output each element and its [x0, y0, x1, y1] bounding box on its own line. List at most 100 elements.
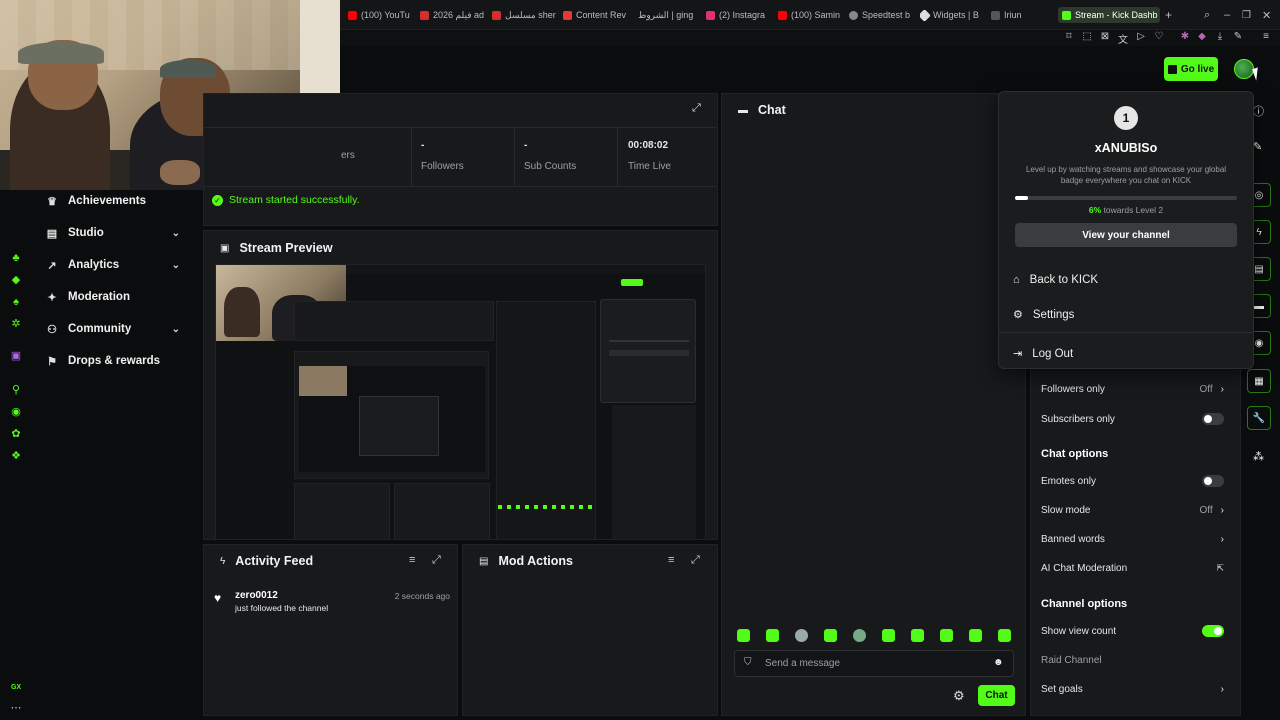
sidebar-item-moderation[interactable]: ✦ Moderation — [44, 286, 194, 308]
screenshot-icon[interactable]: ⬚ — [1081, 31, 1093, 42]
stat-followers: - Followers — [421, 140, 464, 172]
emote-icon[interactable] — [795, 629, 808, 642]
emote-icon[interactable] — [998, 629, 1011, 642]
tab-speedtest[interactable]: Speedtest b — [849, 7, 915, 23]
stream-preview-video[interactable] — [215, 264, 706, 540]
tab-youtube-samin[interactable]: (100) Samin — [778, 7, 846, 23]
event-time: 2 seconds ago — [394, 591, 450, 601]
storage-tool-icon[interactable]: ▦ — [1247, 369, 1271, 393]
chevron-right-icon: › — [1220, 684, 1224, 695]
tab-series[interactable]: مسلسل sher — [492, 7, 560, 23]
emote-icon[interactable] — [911, 629, 924, 642]
analytics-icon: ↗ — [47, 259, 57, 272]
tab-content-review[interactable]: Content Rev — [563, 7, 635, 23]
search-tabs-icon[interactable]: ⌕ — [1204, 7, 1216, 23]
menu-item-back-to-kick[interactable]: ⌂ Back to KICK — [1013, 274, 1098, 286]
mod-actions-title: Mod Actions — [498, 554, 573, 568]
emote-icon[interactable] — [940, 629, 953, 642]
gear-icon[interactable]: ⚙ — [953, 688, 965, 704]
filter-icon[interactable]: ≡ — [409, 554, 415, 566]
raid-channel-setting[interactable]: Raid Channel — [1041, 655, 1224, 666]
emote-icon[interactable] — [766, 629, 779, 642]
extension-icon[interactable]: ⊠ — [1099, 31, 1111, 42]
menu-icon[interactable]: ≡ — [1260, 31, 1272, 42]
popout-icon[interactable]: ⤢ — [692, 102, 701, 115]
shortcut-icon-5[interactable]: ⚲ — [10, 384, 22, 396]
banned-words-setting[interactable]: Banned words › — [1041, 534, 1224, 545]
level-badge: 1 — [1114, 106, 1138, 130]
tab-iriun[interactable]: Iriun — [991, 7, 1031, 23]
download-icon[interactable]: ⤓ — [1214, 31, 1226, 42]
heart-icon[interactable]: ♡ — [1153, 31, 1165, 42]
show-view-count-setting[interactable]: Show view count — [1041, 625, 1224, 637]
shortcut-icon-4[interactable]: ✲ — [10, 318, 22, 330]
emote-icon[interactable] — [824, 629, 837, 642]
youtube-icon — [778, 10, 787, 20]
play-icon[interactable]: ▷ — [1135, 31, 1147, 42]
twitch-icon[interactable]: ▣ — [10, 350, 22, 362]
tab-widgets[interactable]: Widgets | B — [920, 7, 986, 23]
shortcut-icon-1[interactable]: ♣ — [10, 252, 22, 264]
edit-icon[interactable]: ✎ — [1253, 140, 1262, 153]
sidebar: ♛ Achievements ▤ Studio ⌄ ↗ Analytics ⌄ ✦ Mode… — [30, 190, 200, 720]
stat-sub-counts: - Sub Counts — [524, 140, 577, 172]
tab-terms[interactable]: الشروط | ging — [638, 7, 702, 23]
slow-mode-setting[interactable]: Slow mode Off › — [1041, 505, 1224, 516]
popout-icon[interactable]: ⤢ — [691, 554, 700, 567]
send-chat-button[interactable]: Chat — [978, 685, 1015, 706]
emote-icon[interactable] — [969, 629, 982, 642]
go-live-button[interactable]: Go live — [1164, 57, 1218, 81]
studio-icon: ▤ — [46, 227, 58, 240]
emotes-only-toggle[interactable] — [1202, 475, 1224, 487]
left-shortcut-strip: ♣ ◆ ♠ ✲ ▣ ⚲ ◉ ✿ ❖ GX ⋯ — [0, 190, 30, 720]
view-your-channel-button[interactable]: View your channel — [1015, 223, 1237, 247]
emote-icon[interactable] — [737, 629, 750, 642]
more-tools-icon[interactable]: ⁂ — [1253, 450, 1264, 463]
filter-icon[interactable]: ≡ — [668, 554, 674, 566]
instagram-icon — [706, 10, 715, 20]
set-goals-setting[interactable]: Set goals › — [1041, 684, 1224, 695]
maximize-icon[interactable]: ❐ — [1242, 7, 1254, 23]
popout-icon[interactable]: ⤢ — [432, 554, 441, 567]
info-icon[interactable]: ⓘ — [1253, 103, 1264, 119]
menu-item-log-out[interactable]: ⇥ Log Out — [1013, 347, 1073, 361]
bookmark-icon[interactable]: ⌑ — [1063, 31, 1075, 42]
sidebar-item-drops[interactable]: ⚑ Drops & rewards — [44, 350, 194, 372]
tab-kick-dashboard[interactable]: Stream - Kick Dashb — [1058, 7, 1160, 23]
event-user[interactable]: zero0012 — [235, 590, 278, 601]
chevron-down-icon: ⌄ — [171, 323, 180, 335]
show-view-count-toggle[interactable] — [1202, 625, 1224, 637]
extension-icon[interactable]: ◆ — [1196, 31, 1208, 42]
tab-youtube[interactable]: (100) YouTu — [348, 7, 418, 23]
subscribers-only-setting[interactable]: Subscribers only — [1041, 413, 1224, 425]
more-icon[interactable]: ⋯ — [10, 702, 22, 714]
translate-icon[interactable]: 文 — [1117, 31, 1129, 46]
chat-message-input[interactable]: ⛉ Send a message ☻ — [734, 650, 1014, 677]
emote-icon[interactable] — [882, 629, 895, 642]
sidebar-item-studio[interactable]: ▤ Studio ⌄ — [44, 222, 194, 244]
shortcut-icon-7[interactable]: ✿ — [10, 428, 22, 440]
ai-icon[interactable]: ✎ — [1232, 31, 1244, 42]
tab-movie[interactable]: فيلم 2026 ad — [420, 7, 488, 23]
trophy-icon: ♛ — [47, 195, 57, 208]
emotes-only-setting[interactable]: Emotes only — [1041, 475, 1224, 487]
sidebar-item-achievements[interactable]: ♛ Achievements — [44, 190, 194, 212]
emote-icon[interactable] — [853, 629, 866, 642]
ai-chat-moderation-setting[interactable]: AI Chat Moderation ⇱ — [1041, 563, 1224, 574]
shortcut-icon-6[interactable]: ◉ — [10, 406, 22, 418]
minimize-icon[interactable]: – — [1224, 7, 1236, 23]
emoji-icon[interactable]: ☻ — [993, 657, 1004, 668]
menu-item-settings[interactable]: ⚙ Settings — [1013, 308, 1074, 322]
tab-instagram[interactable]: (2) Instagra — [706, 7, 774, 23]
sidebar-item-analytics[interactable]: ↗ Analytics ⌄ — [44, 254, 194, 276]
sidebar-item-community[interactable]: ⚇ Community ⌄ — [44, 318, 194, 340]
followers-only-setting[interactable]: Followers only Off › — [1041, 384, 1224, 395]
close-icon[interactable]: ✕ — [1262, 7, 1274, 23]
wrench-tool-icon[interactable]: 🔧 — [1247, 406, 1271, 430]
subscribers-only-toggle[interactable] — [1202, 413, 1224, 425]
shortcut-icon-8[interactable]: ❖ — [10, 450, 22, 462]
shortcut-icon-2[interactable]: ◆ — [10, 274, 22, 286]
shortcut-icon-3[interactable]: ♠ — [10, 296, 22, 308]
extension-puzzle-icon[interactable]: ✱ — [1179, 31, 1191, 42]
new-tab-button[interactable]: + — [1165, 7, 1177, 23]
